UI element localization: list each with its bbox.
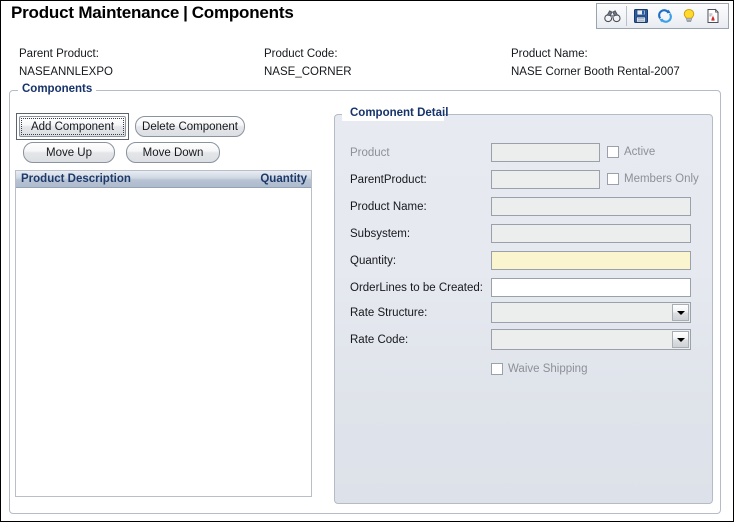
rate-structure-field-label: Rate Structure: [350,307,428,319]
orderlines-field-label: OrderLines to be Created: [350,282,483,294]
binoculars-icon [603,10,621,23]
lightbulb-icon [683,9,695,22]
quantity-field[interactable] [491,251,691,270]
product-code-info: Product Code: NASE_CORNER [264,47,352,80]
components-list-header: Product Description Quantity [16,171,311,188]
product-name-field-label: Product Name: [350,201,427,213]
product-code-value: NASE_CORNER [264,66,352,78]
chevron-down-icon[interactable] [672,331,689,348]
page-title: Product Maintenance | Components [11,3,294,23]
move-up-button[interactable]: Move Up [23,142,115,163]
delete-component-button[interactable]: Delete Component [135,116,245,137]
product-name-field[interactable] [491,197,691,216]
component-detail-groupbox-legend: Component Detail [350,107,449,119]
members-only-checkbox-label: Members Only [624,173,699,185]
lightbulb-icon-button[interactable] [677,5,701,27]
product-name-value: NASE Corner Booth Rental-2007 [511,66,680,78]
add-component-focus-ring: Add Component [16,113,129,140]
add-component-button[interactable]: Add Component [19,116,126,137]
active-checkbox[interactable] [607,146,619,158]
members-only-checkbox[interactable] [607,173,619,185]
members-only-checkbox-row[interactable]: Members Only [607,173,699,185]
toolbar [596,3,729,29]
product-maintenance-window: Product Maintenance | Components Parent … [0,0,734,522]
save-icon [634,9,648,23]
product-info-row: Parent Product: NASEANNLEXPO Product Cod… [1,47,733,83]
waive-shipping-checkbox-label: Waive Shipping [508,363,588,375]
move-down-button[interactable]: Move Down [126,142,220,163]
chevron-down-icon[interactable] [672,304,689,321]
parent-product-info: Parent Product: NASEANNLEXPO [19,47,113,80]
subsystem-field-label: Subsystem: [350,228,411,240]
page-title-section: Components [191,3,294,22]
orderlines-field[interactable] [491,278,691,297]
waive-shipping-checkbox-row[interactable]: Waive Shipping [491,363,587,375]
save-icon-button[interactable] [629,5,653,27]
rate-code-field-label: Rate Code: [350,334,409,346]
components-groupbox-legend: Components [18,83,97,95]
parent-product-field[interactable] [491,170,600,189]
page-title-main: Product Maintenance [11,3,180,22]
title-bar: Product Maintenance | Components [1,1,733,33]
binoculars-icon-button[interactable] [600,5,624,27]
page-title-separator: | [183,3,188,22]
parent-product-value: NASEANNLEXPO [19,66,113,78]
product-field-label: Product [350,147,390,159]
parent-product-field-label: ParentProduct: [350,174,427,186]
active-checkbox-label: Active [624,146,656,158]
report-icon-button[interactable] [701,5,725,27]
column-header-product-description[interactable]: Product Description [21,173,131,185]
product-name-info: Product Name: NASE Corner Booth Rental-2… [511,47,680,80]
active-checkbox-row[interactable]: Active [607,146,655,158]
waive-shipping-checkbox[interactable] [491,363,503,375]
quantity-field-label: Quantity: [350,255,397,267]
product-code-label: Product Code: [264,48,338,60]
components-list[interactable]: Product Description Quantity [15,170,312,497]
rate-structure-dropdown[interactable] [491,302,691,323]
parent-product-label: Parent Product: [19,48,99,60]
rate-code-dropdown[interactable] [491,329,691,350]
column-header-quantity[interactable]: Quantity [260,173,307,185]
refresh-icon-button[interactable] [653,5,677,27]
product-name-label: Product Name: [511,48,588,60]
refresh-icon [658,9,672,23]
toolbar-separator [626,6,627,26]
report-icon [707,8,719,23]
components-list-body[interactable] [16,188,311,496]
subsystem-field[interactable] [491,224,691,243]
product-field[interactable] [491,143,600,162]
